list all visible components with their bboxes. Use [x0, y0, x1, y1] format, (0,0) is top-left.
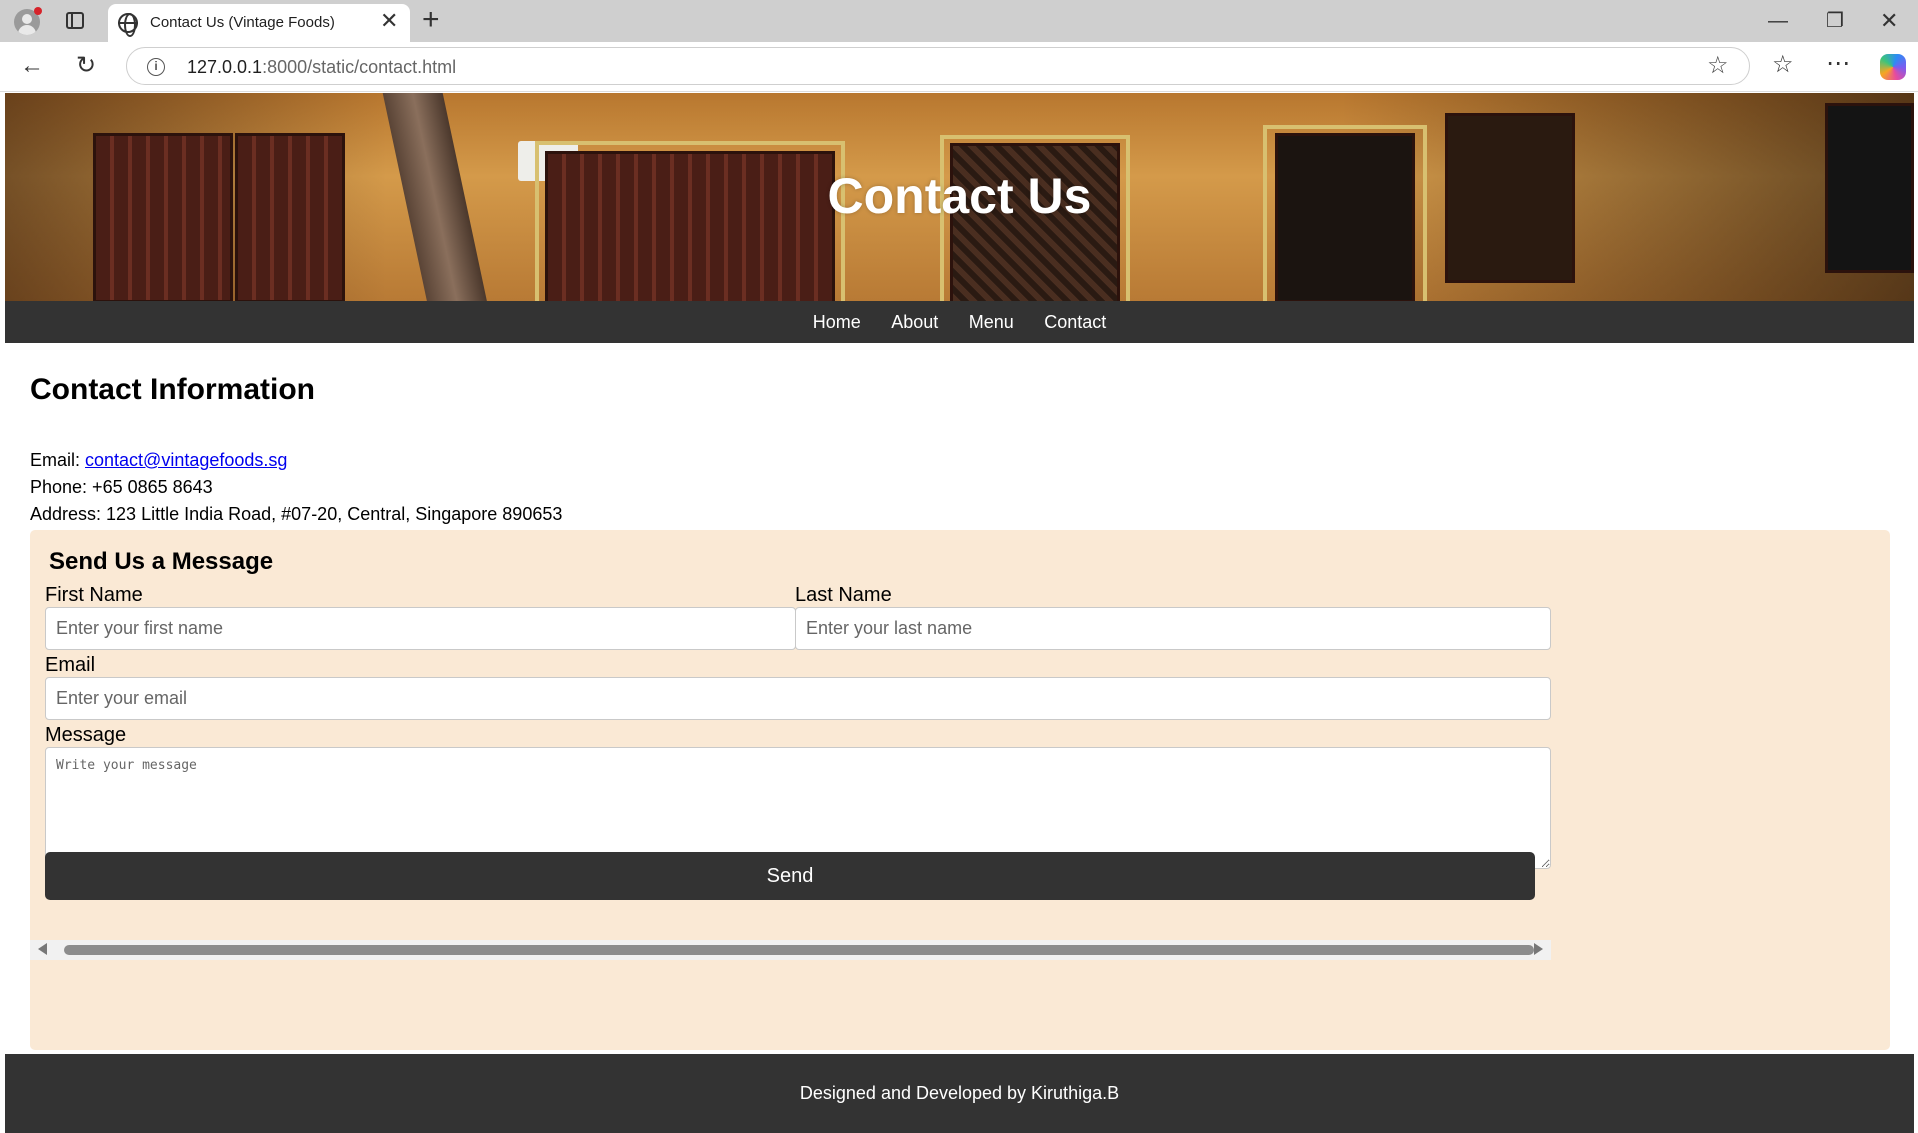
page: Contact Us Home About Menu Contact Conta…	[5, 93, 1914, 1133]
url-path: :8000/static/contact.html	[262, 57, 457, 77]
contact-information-heading: Contact Information	[30, 373, 315, 406]
nav-home[interactable]: Home	[813, 301, 861, 343]
back-icon[interactable]: ←	[20, 52, 44, 80]
first-name-input[interactable]	[45, 607, 796, 650]
email-input[interactable]	[45, 677, 1551, 720]
url-text[interactable]: 127.0.0.1:8000/static/contact.html	[187, 57, 456, 78]
reload-icon[interactable]: ↻	[76, 52, 96, 80]
more-icon[interactable]: ⋯	[1826, 50, 1851, 78]
nav-menu[interactable]: Menu	[969, 301, 1014, 343]
tab-close-icon[interactable]: ✕	[380, 10, 398, 32]
email-link[interactable]: contact@vintagefoods.sg	[85, 450, 287, 470]
email-label: Email:	[30, 450, 86, 470]
globe-icon	[118, 13, 138, 37]
browser-tab[interactable]: Contact Us (Vintage Foods) ✕	[108, 4, 410, 42]
restore-button[interactable]: ❐	[1826, 8, 1844, 34]
favorites-icon[interactable]: ☆	[1772, 51, 1794, 79]
copilot-icon[interactable]	[1880, 54, 1906, 80]
last-name-label: Last Name	[795, 584, 892, 606]
send-button[interactable]: Send	[45, 852, 1535, 900]
url-field[interactable]: i 127.0.0.1:8000/static/contact.html ☆	[126, 47, 1750, 85]
last-name-input[interactable]	[795, 607, 1551, 650]
horizontal-scrollbar[interactable]	[30, 940, 1551, 960]
nav-contact[interactable]: Contact	[1044, 301, 1106, 343]
scroll-right-arrow-icon[interactable]	[1534, 943, 1543, 955]
form-title: Send Us a Message	[49, 548, 274, 575]
minimize-button[interactable]: —	[1768, 8, 1788, 34]
message-label: Message	[45, 724, 127, 746]
scroll-left-arrow-icon[interactable]	[38, 943, 47, 955]
address-bar: ← ↻ i 127.0.0.1:8000/static/contact.html…	[0, 42, 1918, 92]
scrollbar-thumb[interactable]	[64, 945, 1534, 955]
contact-email-line: Email: contact@vintagefoods.sg	[30, 450, 287, 471]
url-host: 127.0.0.1	[187, 57, 263, 77]
close-window-button[interactable]: ✕	[1880, 8, 1898, 34]
new-tab-button[interactable]: +	[422, 4, 440, 36]
message-form: Send Us a Message First Name Last Name E…	[30, 530, 1890, 1050]
main-nav: Home About Menu Contact	[5, 301, 1914, 343]
info-icon[interactable]: i	[147, 58, 165, 76]
star-icon[interactable]: ☆	[1707, 53, 1729, 79]
hero-title: Contact Us	[827, 168, 1092, 224]
message-textarea[interactable]	[45, 747, 1551, 869]
browser-titlebar: Contact Us (Vintage Foods) ✕ + — ❐ ✕	[0, 0, 1918, 42]
footer: Designed and Developed by Kiruthiga.B	[5, 1054, 1914, 1133]
tab-actions-icon[interactable]	[66, 12, 84, 29]
notification-dot	[34, 7, 42, 15]
email-label: Email	[45, 654, 96, 676]
tab-title: Contact Us (Vintage Foods)	[150, 14, 335, 31]
first-name-label: First Name	[45, 584, 143, 606]
nav-about[interactable]: About	[891, 301, 938, 343]
hero-banner: Contact Us	[5, 93, 1914, 301]
contact-phone: Phone: +65 0865 8643	[30, 477, 213, 497]
contact-address: Address: 123 Little India Road, #07-20, …	[30, 504, 563, 524]
